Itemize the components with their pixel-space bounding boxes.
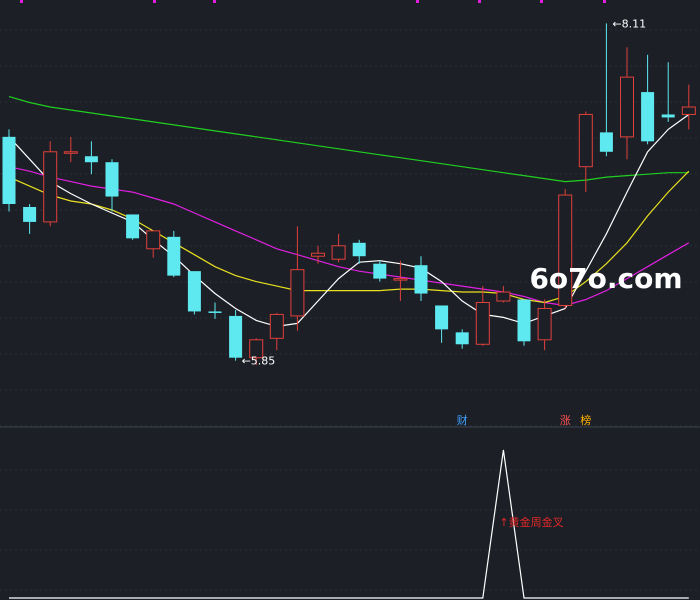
- candle: [517, 299, 531, 346]
- candle-body: [414, 265, 428, 294]
- candle-body: [352, 242, 366, 257]
- stock-chart: ←8.11 ←5.85 财 涨榜 ↑黄金周金叉 6o7o.com: [0, 0, 700, 600]
- price-annotation: ←5.85: [242, 355, 276, 368]
- candle-body: [105, 162, 119, 197]
- candle-body: [2, 136, 16, 204]
- marker-dot: [416, 0, 419, 3]
- marker-dot: [603, 0, 606, 3]
- candle-body: [661, 114, 675, 118]
- candle: [373, 260, 387, 282]
- candle-body: [146, 230, 161, 250]
- marker-dot: [213, 0, 216, 3]
- candle-body: [167, 236, 181, 276]
- candle-body: [269, 313, 284, 339]
- candle: [187, 271, 201, 315]
- badge-badge_cai: 财: [457, 413, 468, 427]
- candle: [43, 141, 58, 227]
- candle-body: [475, 301, 490, 345]
- candle-body: [84, 156, 98, 163]
- candle-body: [187, 271, 201, 312]
- candle-body: [63, 151, 78, 154]
- candle-body: [373, 263, 387, 279]
- badge-badge_bang: 榜: [580, 413, 591, 427]
- candle: [229, 309, 243, 361]
- marker-dot: [153, 0, 156, 3]
- candle-body: [641, 92, 655, 142]
- candle: [126, 214, 140, 240]
- candle-body: [435, 305, 449, 330]
- candle-body: [681, 106, 696, 115]
- candle: [2, 129, 16, 212]
- candle-body: [455, 332, 469, 345]
- candle-body: [393, 278, 408, 281]
- candle-body: [496, 291, 511, 302]
- candle-body: [311, 252, 325, 257]
- candle: [167, 230, 181, 278]
- candle-body: [578, 113, 593, 168]
- candle-body: [126, 214, 140, 239]
- candle-body: [23, 206, 37, 222]
- candle-body: [599, 132, 613, 152]
- candle-body: [537, 307, 552, 341]
- candle-body: [208, 311, 222, 313]
- price-annotation: ←8.11: [612, 17, 646, 30]
- signal-label: ↑黄金周金叉: [499, 515, 563, 529]
- badge-badge_zhang: 涨: [560, 414, 571, 427]
- candle-body: [229, 315, 243, 358]
- marker-dot: [478, 0, 481, 3]
- candle-body: [331, 245, 346, 260]
- candle-body: [43, 151, 58, 223]
- watermark-text: 6o7o.com: [529, 262, 682, 295]
- candle-body: [517, 299, 531, 342]
- candle-body: [620, 76, 634, 138]
- candle-body: [290, 269, 305, 317]
- marker-dot: [20, 0, 23, 3]
- marker-dot: [540, 0, 543, 3]
